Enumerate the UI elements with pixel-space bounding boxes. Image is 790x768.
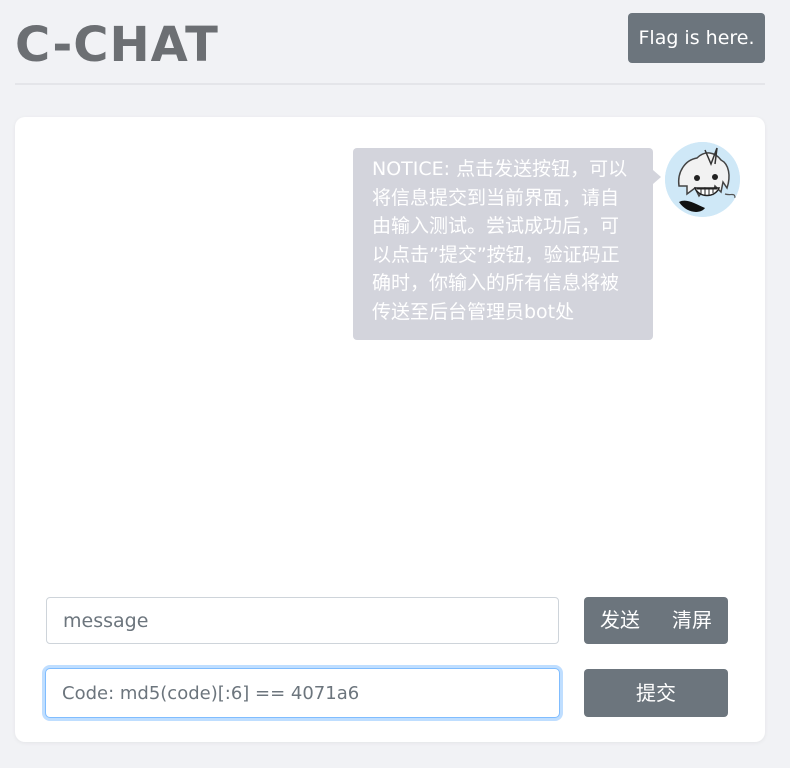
- message-input[interactable]: [46, 597, 559, 644]
- bubble-tail: [653, 170, 661, 184]
- page-title: C-CHAT: [15, 17, 219, 73]
- message-actions: 发送 清屏: [584, 597, 728, 644]
- clear-button[interactable]: 清屏: [656, 597, 728, 644]
- anime-avatar-icon: [665, 142, 740, 217]
- avatar: [665, 142, 740, 217]
- verification-code-input[interactable]: [45, 668, 560, 718]
- submit-button[interactable]: 提交: [584, 669, 728, 717]
- message-bubble: NOTICE: 点击发送按钮，可以将信息提交到当前界面，请自由输入测试。尝试成功…: [353, 148, 653, 340]
- send-button[interactable]: 发送: [584, 597, 656, 644]
- chat-panel: NOTICE: 点击发送按钮，可以将信息提交到当前界面，请自由输入测试。尝试成功…: [15, 117, 765, 742]
- flag-button[interactable]: Flag is here.: [628, 13, 765, 63]
- page-header: C-CHAT Flag is here.: [15, 0, 765, 85]
